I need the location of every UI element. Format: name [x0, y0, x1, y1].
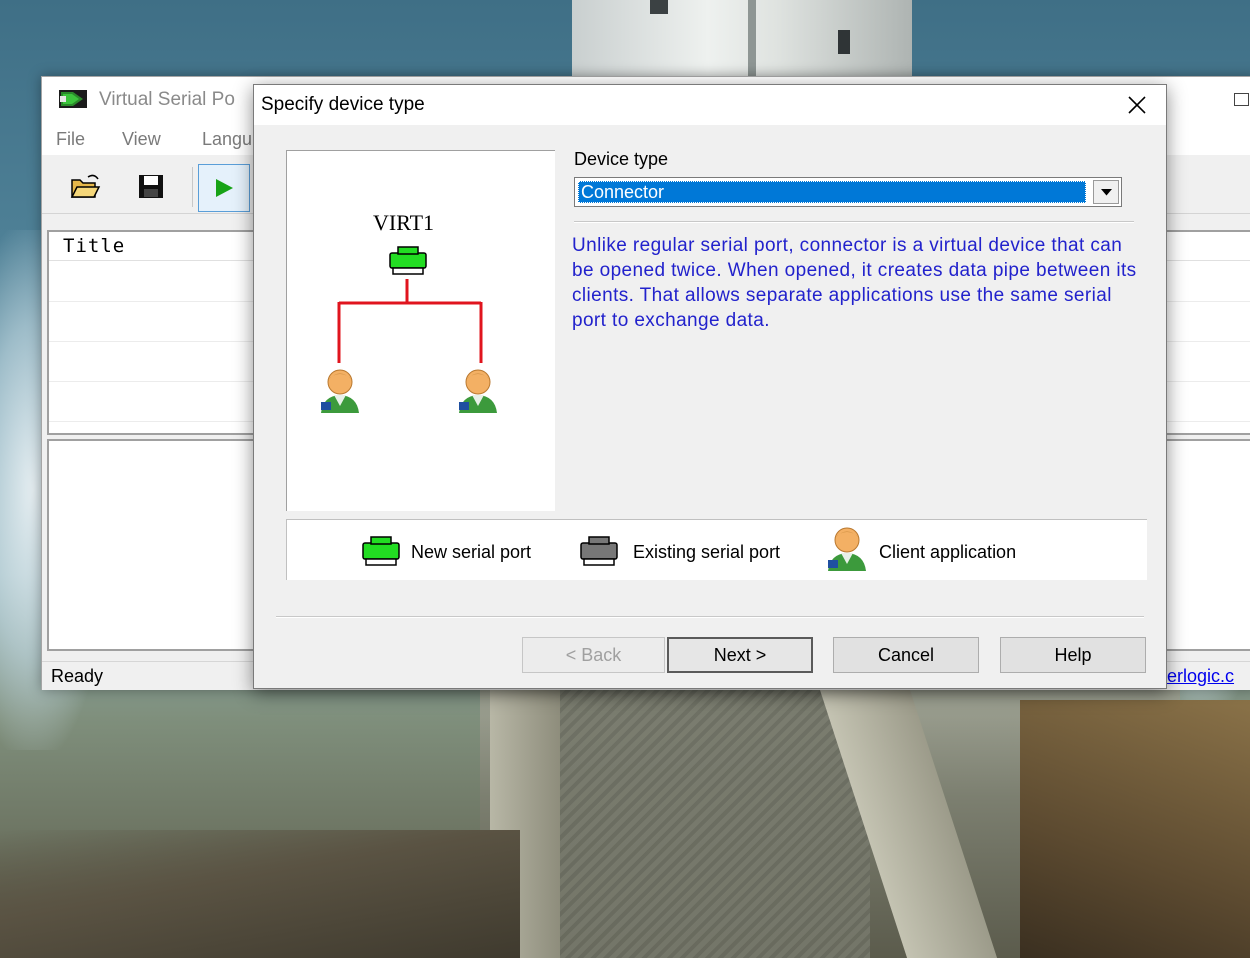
legend-existing-port-label: Existing serial port — [633, 542, 781, 562]
device-type-label: Device type — [574, 149, 669, 169]
cancel-button[interactable]: Cancel — [833, 637, 979, 673]
separator — [574, 221, 1134, 223]
new-serial-port-icon — [362, 536, 400, 566]
lighthouse — [572, 0, 912, 80]
website-link[interactable]: terlogic.c — [1162, 666, 1250, 687]
help-button[interactable]: Help — [1000, 637, 1146, 673]
dropdown-button[interactable] — [1093, 180, 1119, 204]
back-button[interactable]: < Back — [522, 637, 665, 673]
menu-view[interactable]: View — [122, 129, 161, 150]
specify-device-type-dialog: Specify device type VIRT1 Device type Co… — [253, 84, 1167, 689]
legend-new-port-label: New serial port — [411, 542, 532, 562]
client-application-icon — [321, 369, 359, 413]
column-title: Title — [63, 235, 126, 257]
separator — [276, 616, 1144, 618]
close-button[interactable] — [1108, 85, 1166, 125]
device-type-select[interactable]: Connector — [574, 177, 1122, 207]
dialog-titlebar[interactable]: Specify device type — [254, 85, 1166, 125]
menu-file[interactable]: File — [56, 129, 85, 150]
device-description: Unlike regular serial port, connector is… — [572, 235, 1137, 331]
main-window-title: Virtual Serial Po — [99, 89, 235, 110]
app-icon — [59, 90, 87, 108]
save-disk-icon[interactable] — [134, 169, 168, 203]
close-icon — [1128, 96, 1146, 114]
device-preview: VIRT1 — [286, 150, 555, 511]
client-application-icon — [459, 369, 497, 413]
existing-serial-port-icon — [580, 536, 618, 566]
connection-lines — [337, 279, 483, 363]
menu-language[interactable]: Langu — [202, 129, 252, 150]
next-button[interactable]: Next > — [667, 637, 813, 673]
maximize-icon[interactable] — [1234, 93, 1249, 106]
open-folder-icon[interactable] — [68, 169, 102, 203]
legend: New serial port Existing serial port Cli… — [286, 519, 1147, 580]
legend-client-app-label: Client application — [879, 542, 1017, 562]
chevron-down-icon — [1101, 189, 1112, 196]
start-button[interactable] — [198, 164, 250, 212]
play-icon — [216, 179, 233, 197]
device-type-selected-value: Connector — [578, 181, 1086, 203]
status-text: Ready — [51, 666, 104, 686]
client-application-icon — [828, 527, 866, 571]
dialog-title: Specify device type — [261, 94, 425, 115]
